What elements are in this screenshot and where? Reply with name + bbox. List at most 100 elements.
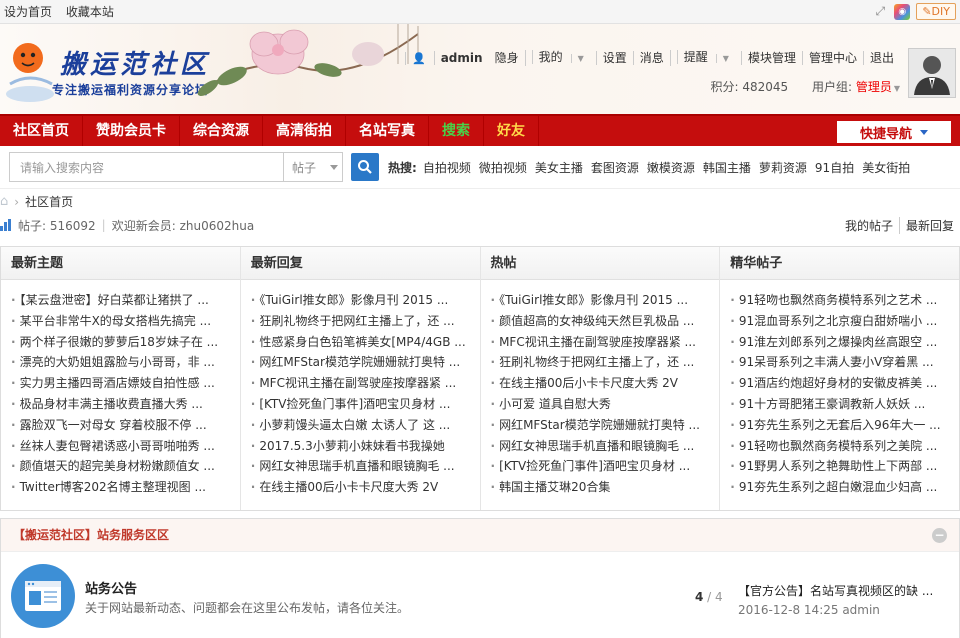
list-item[interactable]: 《TuiGirl推女郎》影像月刊 2015 ... — [251, 290, 472, 311]
breadcrumb-current[interactable]: 社区首页 — [25, 193, 73, 210]
forum-name[interactable]: 站务公告 — [85, 578, 137, 597]
list-item[interactable]: 某平台非常牛X的母女搭档先搞完 ... — [11, 311, 232, 332]
my-posts-link[interactable]: 我的帖子 — [839, 217, 899, 234]
hot-keyword[interactable]: 91自拍 — [815, 159, 854, 176]
admin-center-link[interactable]: 管理中心 — [801, 51, 863, 65]
list-item[interactable]: 【某云盘泄密】好白菜都让猪拱了 ... — [11, 290, 232, 311]
invisible-link[interactable]: 隐身 — [495, 51, 525, 65]
announcement-icon[interactable] — [11, 564, 75, 628]
nav-famous-sites[interactable]: 名站写真 — [346, 116, 429, 146]
list-item[interactable]: 韩国主播艾琳20合集 — [491, 477, 712, 498]
list-item[interactable]: 2017.5.3小萝莉小妹妹看书我操她 — [251, 436, 472, 457]
list-item[interactable]: Twitter博客202名博主整理视图 ... — [11, 477, 232, 498]
list-item[interactable]: 在线主播00后小卡卡尺度大秀 2V — [491, 373, 712, 394]
list-item[interactable]: 91混血哥系列之北京瘦白甜娇喘小 ... — [730, 311, 951, 332]
list-item[interactable]: 小可爱 道具自慰大秀 — [491, 394, 712, 415]
list-item[interactable]: 91十方哥肥猪王豪调教新人妖妖 ... — [730, 394, 951, 415]
nav-friends[interactable]: 好友 — [484, 116, 539, 146]
nav-home[interactable]: 社区首页 — [0, 116, 83, 146]
home-icon[interactable]: ⌂ — [0, 194, 8, 209]
points[interactable]: 积分: 482045 — [710, 80, 788, 94]
hot-keyword[interactable]: 美女主播 — [535, 159, 583, 176]
username-link[interactable]: 👤 admin — [399, 50, 495, 66]
list-item[interactable]: 《TuiGirl推女郎》影像月刊 2015 ... — [491, 290, 712, 311]
list-item[interactable]: 颜值堪天的超完美身材粉嫩颜值女 ... — [11, 456, 232, 477]
color-theme-icon[interactable]: ◉ — [894, 3, 911, 20]
hot-keyword[interactable]: 美女街拍 — [862, 159, 910, 176]
set-home-link[interactable]: 设为首页 — [4, 5, 52, 19]
avatar[interactable] — [908, 48, 956, 98]
hot-keyword[interactable]: 韩国主播 — [703, 159, 751, 176]
reminders-menu[interactable]: 提醒 ▼ — [669, 50, 741, 66]
list-item[interactable]: 丝袜人妻包臀裙诱惑小哥哥啪啪秀 ... — [11, 436, 232, 457]
list-item[interactable]: 露脸双飞一对母女 穿着校服不停 ... — [11, 415, 232, 436]
module-manage-link[interactable]: 模块管理 — [740, 51, 802, 65]
list-item[interactable]: 颜值超高的女神级纯天然巨乳极品 ... — [491, 311, 712, 332]
list-item[interactable]: 网红MFStar模范学院姗姗就打奥特 ... — [491, 415, 712, 436]
hot-keyword[interactable]: 套图资源 — [591, 159, 639, 176]
hot-keyword[interactable]: 自拍视频 — [423, 159, 471, 176]
list-item[interactable]: 极品身材丰满主播收费直播大秀 ... — [11, 394, 232, 415]
hot-keyword[interactable]: 微拍视频 — [479, 159, 527, 176]
list-item[interactable]: 91呆哥系列之丰满人妻小V穿着黑 ... — [730, 352, 951, 373]
bookmark-link[interactable]: 收藏本站 — [66, 5, 114, 19]
list-item[interactable]: 91酒店约炮超好身材的安徽皮裤美 ... — [730, 373, 951, 394]
zone-title[interactable]: 【搬运范社区】站务服务区区 — [13, 528, 169, 542]
site-header: 搬运范社区 专注搬运福利资源分享论坛 👤 admin 隐身 我的 ▼ 设置 消息 提 — [0, 24, 960, 114]
thread-list: 《TuiGirl推女郎》影像月刊 2015 ... 颜值超高的女神级纯天然巨乳极… — [481, 280, 720, 498]
list-item[interactable]: 91轻吻也飘然商务模特系列之艺术 ... — [730, 290, 951, 311]
diy-button[interactable]: ✎DIY — [916, 3, 956, 20]
forum-count: 4 / 4 — [695, 590, 723, 604]
messages-link[interactable]: 消息 — [632, 51, 670, 65]
list-item[interactable]: 狂刷礼物终于把网红主播上了，还 ... — [251, 311, 472, 332]
search-type-select[interactable]: 帖子 — [283, 152, 343, 182]
list-item[interactable]: [KTV捡死鱼门事件]酒吧宝贝身材 ... — [491, 456, 712, 477]
list-item[interactable]: 网红女神思瑞手机直播和眼镜胸毛 ... — [251, 456, 472, 477]
chevron-down-icon — [920, 129, 928, 135]
list-item[interactable]: 网红女神思瑞手机直播和眼镜胸毛 ... — [491, 436, 712, 457]
flower-decoration-icon — [197, 24, 419, 97]
hot-keyword[interactable]: 嫩模资源 — [647, 159, 695, 176]
last-post-title[interactable]: 【官方公告】名站写真视频区的缺 ... — [738, 582, 953, 599]
nav-resources[interactable]: 综合资源 — [180, 116, 263, 146]
search-button[interactable] — [351, 153, 379, 181]
settings-link[interactable]: 设置 — [595, 51, 633, 65]
list-item[interactable]: 91野男人系列之艳舞助性上下两部 ... — [730, 456, 951, 477]
my-menu[interactable]: 我的 ▼ — [524, 50, 596, 66]
nav-search[interactable]: 搜索 — [429, 116, 484, 146]
list-item[interactable]: 实力男主播四哥酒店嫖妓自拍性感 ... — [11, 373, 232, 394]
list-item[interactable]: 网红MFStar模范学院姗姗就打奥特 ... — [251, 352, 472, 373]
list-item[interactable]: 狂刷礼物终于把网红主播上了，还 ... — [491, 352, 712, 373]
fullscreen-icon[interactable]: ⤢ — [872, 4, 888, 20]
quick-nav-button[interactable]: 快捷导航 — [837, 121, 951, 143]
main-nav: 社区首页 赞助会员卡 综合资源 高清街拍 名站写真 搜索 好友 快捷导航 — [0, 114, 960, 146]
list-item[interactable]: 性感紧身白色铅笔裤美女[MP4/4GB ... — [251, 332, 472, 353]
nav-sponsor-card[interactable]: 赞助会员卡 — [83, 116, 180, 146]
mascot-logo-icon[interactable] — [4, 34, 56, 104]
last-post-meta: 2016-12-8 14:25 admin — [738, 603, 880, 617]
forum-last-post: 【官方公告】名站写真视频区的缺 ... 2016-12-8 14:25 admi… — [738, 582, 953, 617]
search-input[interactable]: 请输入搜索内容 — [9, 152, 283, 182]
list-item[interactable]: MFC视讯主播在副驾驶座按摩器紧 ... — [491, 332, 712, 353]
list-item[interactable]: [KTV捡死鱼门事件]酒吧宝贝身材 ... — [251, 394, 472, 415]
column-title: 最新主题 — [1, 247, 240, 280]
list-item[interactable]: 91轻吻也飘然商务模特系列之美院 ... — [730, 436, 951, 457]
list-item[interactable]: MFC视讯主播在副驾驶座按摩器紧 ... — [251, 373, 472, 394]
collapse-icon[interactable]: − — [932, 528, 947, 543]
chevron-down-icon: ▼ — [893, 84, 900, 93]
list-item[interactable]: 漂亮的大奶姐姐露脸与小哥哥，非 ... — [11, 352, 232, 373]
latest-reply-link[interactable]: 最新回复 — [898, 216, 960, 234]
list-item[interactable]: 91夯先生系列之超白嫩混血少妇高 ... — [730, 477, 951, 498]
list-item[interactable]: 91夯先生系列之无套后入96年大一 ... — [730, 415, 951, 436]
column-title: 最新回复 — [240, 247, 480, 280]
hot-keyword[interactable]: 萝莉资源 — [759, 159, 807, 176]
logout-link[interactable]: 退出 — [862, 51, 900, 65]
list-item[interactable]: 小萝莉馒头逼太白嫩 太诱人了 这 ... — [251, 415, 472, 436]
list-item[interactable]: 在线主播00后小卡卡尺度大秀 2V — [251, 477, 472, 498]
list-item[interactable]: 两个样子很嫩的萝萝后18岁妹子在 ... — [11, 332, 232, 353]
chevron-down-icon: ▼ — [715, 54, 735, 63]
list-item[interactable]: 91淮左刘郎系列之爆操肉丝高跟空 ... — [730, 332, 951, 353]
chevron-down-icon: ▼ — [570, 54, 590, 63]
hot-search-label: 热搜: — [388, 160, 417, 175]
nav-street-photos[interactable]: 高清街拍 — [263, 116, 346, 146]
